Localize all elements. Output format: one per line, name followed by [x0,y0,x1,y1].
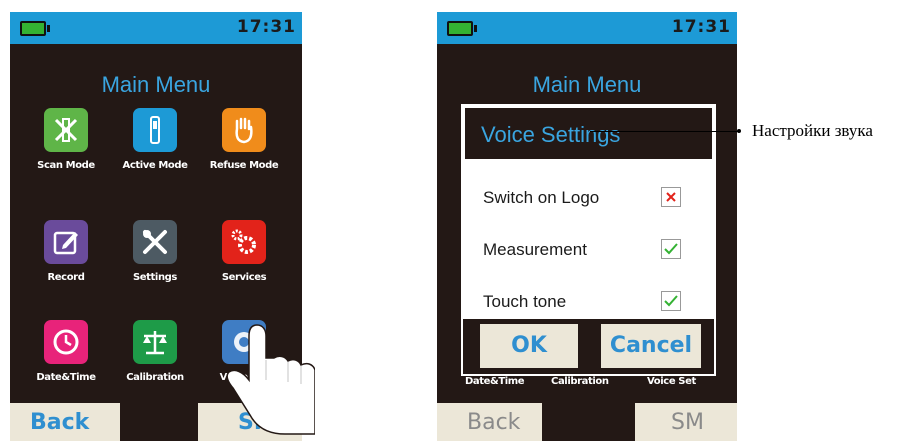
back-button[interactable]: Back [10,403,120,441]
dialog-footer: OK Cancel [463,319,714,374]
setting-label: Measurement [483,240,587,259]
record-icon [44,220,88,264]
menu-item-label: Active Mode [122,160,188,171]
refuse-mode-icon [222,108,266,152]
touch-hand-icon [226,324,315,435]
menu-item-label: Record [47,272,85,283]
active-mode-icon [133,108,177,152]
menu-item-label: Settings [132,272,177,283]
scan-mode-icon [44,108,88,152]
menu-item-date-time[interactable]: Date&Time [26,320,106,383]
setting-row-switch-on-logo[interactable]: Switch on Logo [483,184,698,214]
menu-item-services[interactable]: Services [204,220,284,283]
menu-item-refuse-mode[interactable]: Refuse Mode [204,108,284,171]
back-button[interactable]: Back [437,403,542,441]
menu-item-label: Date&Time [465,376,525,387]
clock-time: 17:31 [236,17,296,37]
battery-icon [447,21,477,36]
status-bar: 17:31 [10,12,302,44]
menu-item-settings[interactable]: Settings [115,220,195,283]
menu-item-label: Scan Mode [37,160,95,171]
menu-item-label: Calibration [551,376,609,387]
ok-button[interactable]: OK [480,324,578,368]
touch-tone-checkbox[interactable] [661,291,681,311]
dialog-title: Voice Settings [463,106,714,161]
cancel-button[interactable]: Cancel [601,324,701,368]
voice-settings-dialog: Voice Settings Switch on Logo Measuremen… [461,104,716,376]
settings-icon [133,220,177,264]
menu-item-record[interactable]: Record [26,220,106,283]
check-icon [664,243,678,255]
balance-icon [133,320,177,364]
check-icon [664,295,678,307]
services-icon [222,220,266,264]
annotation-label: Настройки звука [752,121,873,140]
menu-item-calibration[interactable]: Calibration [115,320,195,383]
annotation-leader-line [590,131,740,132]
menu-item-label: Services [221,272,267,283]
menu-item-active-mode[interactable]: Active Mode [115,108,195,171]
setting-label: Touch tone [483,292,567,311]
page-title: Main Menu [101,72,211,97]
page-title: Main Menu [532,72,642,97]
switch-on-logo-checkbox[interactable] [661,187,681,207]
clock-icon [44,320,88,364]
setting-row-measurement[interactable]: Measurement [483,236,698,266]
setting-row-touch-tone[interactable]: Touch tone [483,288,698,318]
annotation-dot [737,129,741,133]
measurement-checkbox[interactable] [661,239,681,259]
status-bar: 17:31 [437,12,737,44]
menu-item-scan-mode[interactable]: Scan Mode [26,108,106,171]
cross-icon [666,192,676,202]
clock-time: 17:31 [671,17,731,37]
menu-item-label: Calibration [126,372,184,383]
voice-settings-screen: 17:31 Main Menu Date&Time Calibration Vo… [437,12,737,441]
battery-icon [20,21,50,36]
menu-item-label: Date&Time [36,372,96,383]
menu-item-label: Refuse Mode [209,160,279,171]
sm-button[interactable]: SM [635,403,737,441]
menu-item-label: Voice Set [647,376,696,387]
setting-label: Switch on Logo [483,188,600,207]
